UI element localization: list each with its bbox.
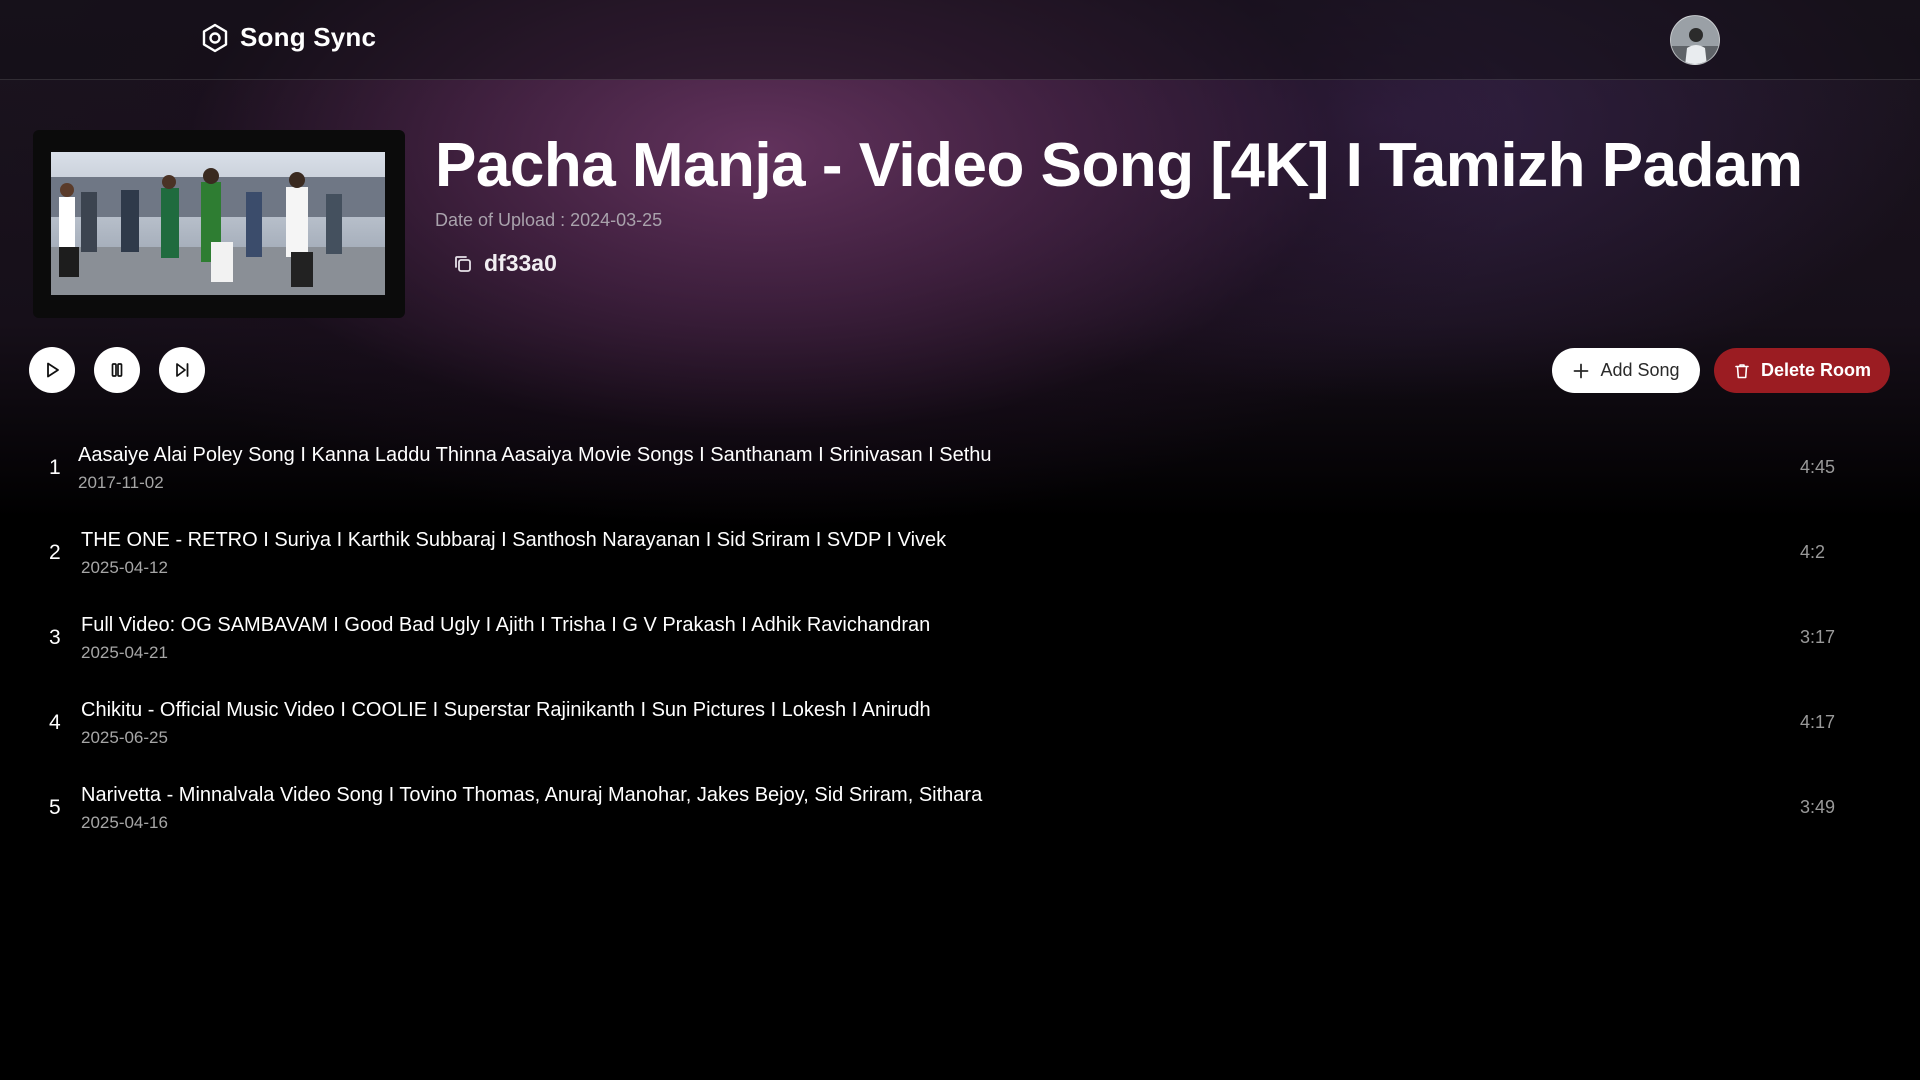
skip-next-button[interactable] bbox=[159, 347, 205, 393]
app-name: Song Sync bbox=[240, 22, 377, 52]
avatar-image-icon bbox=[1671, 16, 1719, 64]
thumbnail-image-icon bbox=[51, 152, 385, 295]
delete-room-button[interactable]: Delete Room bbox=[1714, 348, 1890, 393]
song-title: THE ONE - RETRO I Suriya I Karthik Subba… bbox=[81, 529, 947, 551]
video-thumbnail bbox=[51, 152, 385, 295]
song-title: Chikitu - Official Music Video I COOLIE … bbox=[81, 699, 931, 721]
song-duration: 4:2 bbox=[1800, 542, 1826, 562]
pause-button[interactable] bbox=[94, 347, 140, 393]
song-duration: 4:45 bbox=[1800, 457, 1836, 477]
now-playing-title: Pacha Manja - Video Song [4K] I Tamizh P… bbox=[435, 131, 1803, 200]
song-date: 2017-11-02 bbox=[78, 473, 164, 492]
add-song-label: Add Song bbox=[1600, 360, 1680, 380]
song-date: 2025-04-12 bbox=[81, 558, 168, 577]
song-index: 4 bbox=[49, 711, 61, 734]
room-code-copy[interactable]: df33a0 bbox=[452, 250, 557, 277]
upload-date: Date of Upload : 2024-03-25 bbox=[435, 210, 663, 230]
delete-room-label: Delete Room bbox=[1760, 360, 1872, 380]
play-icon bbox=[47, 362, 59, 378]
top-navbar: Song Sync bbox=[0, 0, 1920, 80]
add-song-button[interactable]: Add Song bbox=[1552, 348, 1700, 393]
pause-icon bbox=[111, 363, 123, 377]
list-item[interactable]: 4 Chikitu - Official Music Video I COOLI… bbox=[40, 685, 1860, 755]
song-duration: 3:17 bbox=[1800, 627, 1836, 647]
room-code: df33a0 bbox=[484, 250, 557, 276]
list-item[interactable]: 2 THE ONE - RETRO I Suriya I Karthik Sub… bbox=[40, 515, 1860, 585]
song-index: 3 bbox=[49, 626, 61, 649]
song-index: 2 bbox=[49, 541, 61, 564]
list-item[interactable]: 3 Full Video: OG SAMBAVAM I Good Bad Ugl… bbox=[40, 600, 1860, 670]
song-date: 2025-06-25 bbox=[81, 728, 168, 747]
user-avatar[interactable] bbox=[1670, 15, 1720, 65]
song-title: Narivetta - Minnalvala Video Song I Tovi… bbox=[81, 784, 983, 806]
play-button[interactable] bbox=[29, 347, 75, 393]
song-date: 2025-04-21 bbox=[81, 643, 168, 662]
song-index: 1 bbox=[49, 456, 61, 479]
song-title: Aasaiye Alai Poley Song I Kanna Laddu Th… bbox=[78, 444, 992, 466]
trash-icon bbox=[1735, 363, 1749, 378]
plus-icon bbox=[1574, 363, 1589, 378]
song-title: Full Video: OG SAMBAVAM I Good Bad Ugly … bbox=[81, 614, 931, 636]
song-date: 2025-04-16 bbox=[81, 813, 168, 832]
skip-next-icon bbox=[176, 363, 189, 377]
list-item[interactable]: 1 Aasaiye Alai Poley Song I Kanna Laddu … bbox=[40, 430, 1860, 500]
song-duration: 4:17 bbox=[1800, 712, 1836, 732]
copy-icon[interactable] bbox=[452, 253, 474, 275]
brand-logo[interactable]: Song Sync bbox=[200, 22, 376, 53]
hexagon-logo-icon bbox=[202, 23, 228, 52]
song-duration: 3:49 bbox=[1800, 797, 1836, 817]
list-item[interactable]: 5 Narivetta - Minnalvala Video Song I To… bbox=[40, 770, 1860, 840]
song-index: 5 bbox=[49, 796, 61, 819]
